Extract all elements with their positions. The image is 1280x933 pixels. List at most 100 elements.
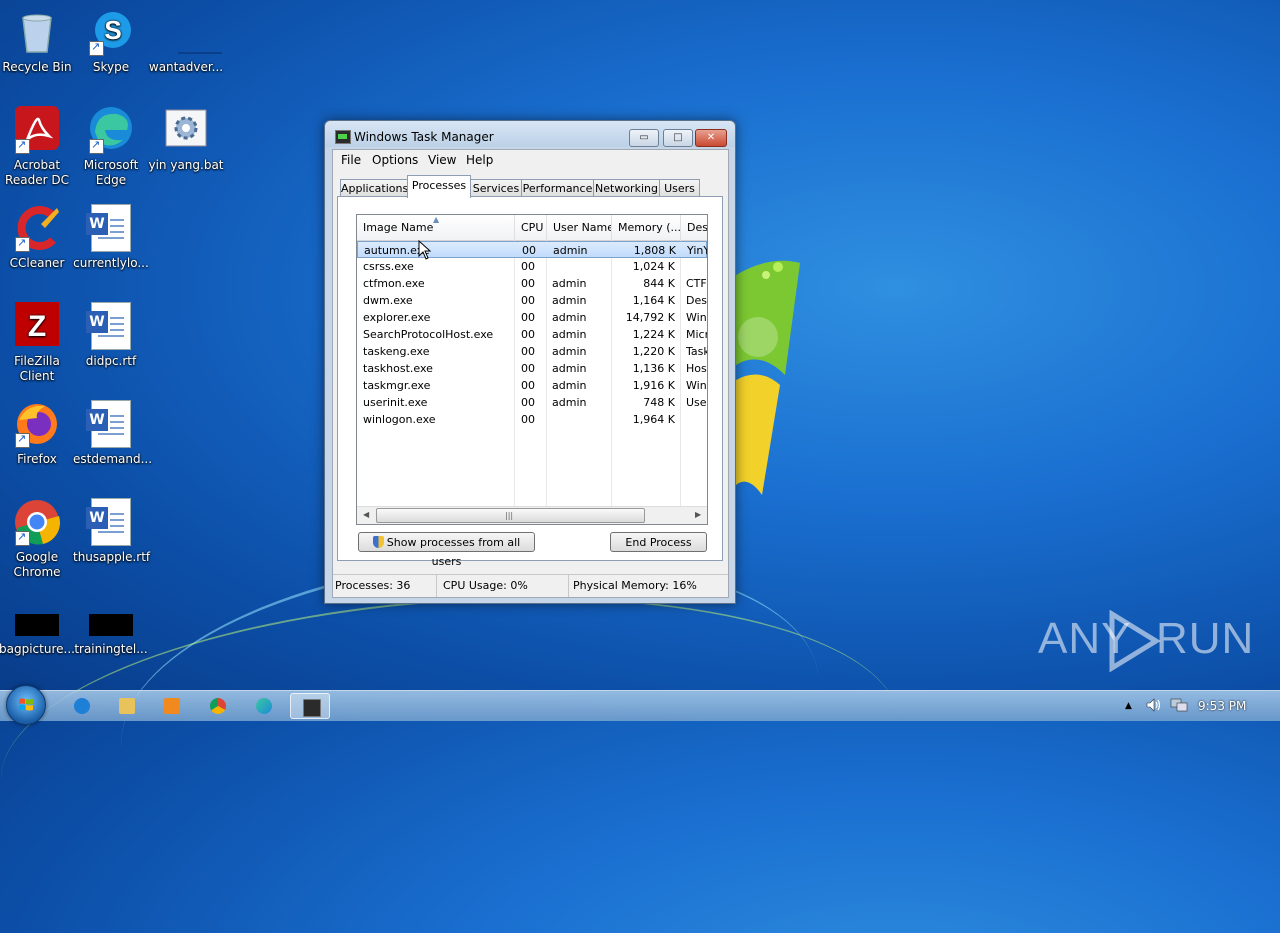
title-bar[interactable]: Windows Task Manager ▭ □ ✕ [325,121,735,147]
desktop-icon-currentlylo[interactable]: W currentlylo... [73,204,149,271]
uac-shield-icon [372,536,384,548]
table-row[interactable]: taskeng.exe 00 admin 1,220 K Task [357,343,707,360]
cell-memory: 1,164 K [632,294,675,307]
cell-name: taskhost.exe [363,362,433,375]
column-header-image-name[interactable]: ▲ Image Name [357,215,515,240]
network-icon[interactable] [1170,691,1188,721]
edge-icon [87,106,135,154]
firefox-icon [13,400,61,448]
show-all-users-button[interactable]: Show processes from all users [358,532,535,568]
cell-name: winlogon.exe [363,413,436,426]
desktop-icon-filezilla[interactable]: Z FileZilla Client [0,302,75,384]
cell-cpu: 00 [521,311,535,324]
column-header-description[interactable]: Desc [681,215,707,240]
desktop-icon-didpc-rtf[interactable]: W didpc.rtf [73,302,149,369]
recycle-bin-icon [13,8,61,56]
process-list[interactable]: ▲ Image Name CPU User Name Memory (... D… [356,214,708,525]
cell-desc: Wind [686,379,707,392]
desktop-icon-acrobat[interactable]: Acrobat Reader DC [0,106,75,188]
svg-text:S: S [104,15,121,45]
filezilla-icon: Z [13,302,61,350]
task-manager-window[interactable]: Windows Task Manager ▭ □ ✕ File Options … [324,120,736,604]
table-row[interactable]: taskhost.exe 00 admin 1,136 K Host [357,360,707,377]
taskbar-chrome[interactable] [198,693,238,719]
grip-icon: ||| [505,511,514,520]
desktop-icon-trainingtel[interactable]: trainingtel... [73,612,149,657]
horizontal-scrollbar[interactable]: ◀ ||| ▶ [357,506,707,524]
shortcut-arrow-icon [89,39,104,56]
scroll-left-icon[interactable]: ◀ [363,510,369,519]
taskbar-explorer[interactable] [107,693,147,719]
window-client-area: File Options View Help Applications Proc… [332,149,729,598]
cell-name: ctfmon.exe [363,277,425,290]
table-row[interactable]: taskmgr.exe 00 admin 1,916 K Wind [357,377,707,394]
column-header-user-name[interactable]: User Name [547,215,612,240]
desktop-icon-chrome[interactable]: Google Chrome [0,498,75,580]
cell-memory: 1,808 K [633,244,676,257]
desktop-icon-yin-yang-bat[interactable]: yin yang.bat [148,106,224,173]
cell-user: admin [553,244,588,257]
shortcut-arrow-icon [15,529,30,546]
acrobat-icon [13,106,61,154]
table-row[interactable]: ctfmon.exe 00 admin 844 K CTF [357,275,707,292]
table-row[interactable]: dwm.exe 00 admin 1,164 K Desl [357,292,707,309]
volume-icon[interactable] [1146,691,1162,721]
maximize-button[interactable]: □ [663,129,693,147]
menu-options[interactable]: Options [372,153,418,167]
scrollbar-thumb[interactable]: ||| [376,508,645,523]
menu-file[interactable]: File [341,153,361,167]
cell-cpu: 00 [521,379,535,392]
cell-desc: Wind [686,311,707,324]
desktop-icon-recycle-bin[interactable]: Recycle Bin [0,8,75,75]
chrome-icon [210,698,226,714]
cell-cpu: 00 [521,413,535,426]
image-thumbnail-icon [13,612,61,636]
desktop-icon-bagpicture[interactable]: bagpicture... [0,612,75,657]
desktop-icon-wantadver[interactable]: wantadver... [148,8,224,75]
scroll-right-icon[interactable]: ▶ [695,510,701,519]
table-row[interactable]: autumn.exe 00 admin 1,808 K YinY [357,241,707,258]
menu-help[interactable]: Help [466,153,493,167]
table-row[interactable]: winlogon.exe 00 1,964 K [357,411,707,428]
cell-user: admin [552,379,587,392]
taskbar-task-manager[interactable] [290,693,330,719]
column-header-memory[interactable]: Memory (... [612,215,681,240]
media-player-icon [164,698,180,714]
desktop-icon-estdemand[interactable]: W estdemand... [73,400,152,467]
table-row[interactable]: explorer.exe 00 admin 14,792 K Wind [357,309,707,326]
clock[interactable]: 9:53 PM [1198,699,1246,713]
end-process-button[interactable]: End Process [610,532,707,552]
word-document-icon: W [86,302,135,350]
cell-user [552,258,610,275]
table-row[interactable]: csrss.exe 00 1,024 K [357,258,707,275]
table-row[interactable]: userinit.exe 00 admin 748 K User [357,394,707,411]
desktop-icon-firefox[interactable]: Firefox [0,400,75,467]
desktop-icon-skype[interactable]: S Skype [73,8,149,75]
show-hidden-icons-button[interactable]: ▲ [1125,691,1132,721]
tab-processes[interactable]: Processes [407,175,471,198]
cell-memory: 1,136 K [632,362,675,375]
column-header-cpu[interactable]: CPU [515,215,547,240]
taskbar-media-player[interactable] [152,693,192,719]
edge-icon [256,698,272,714]
cell-cpu: 00 [521,294,535,307]
cell-desc [686,411,707,428]
cell-name: taskeng.exe [363,345,430,358]
shortcut-arrow-icon [89,137,104,154]
menu-view[interactable]: View [428,153,456,167]
shortcut-arrow-icon [15,235,30,252]
taskbar-edge[interactable] [244,693,284,719]
cell-memory: 748 K [643,396,675,409]
folder-icon [119,698,135,714]
cell-user: admin [552,362,587,375]
desktop-icon-ccleaner[interactable]: CCleaner [0,204,75,271]
close-button[interactable]: ✕ [695,129,727,147]
taskbar: ▲ 9:53 PM [0,685,1280,725]
desktop-icon-thusapple-rtf[interactable]: W thusapple.rtf [73,498,150,565]
minimize-button[interactable]: ▭ [629,129,659,147]
desktop-icon-edge[interactable]: Microsoft Edge [73,106,149,188]
cell-desc: Task [686,345,707,358]
start-button[interactable] [6,685,46,725]
table-row[interactable]: SearchProtocolHost.exe 00 admin 1,224 K Micr [357,326,707,343]
taskbar-internet-explorer[interactable] [62,693,102,719]
